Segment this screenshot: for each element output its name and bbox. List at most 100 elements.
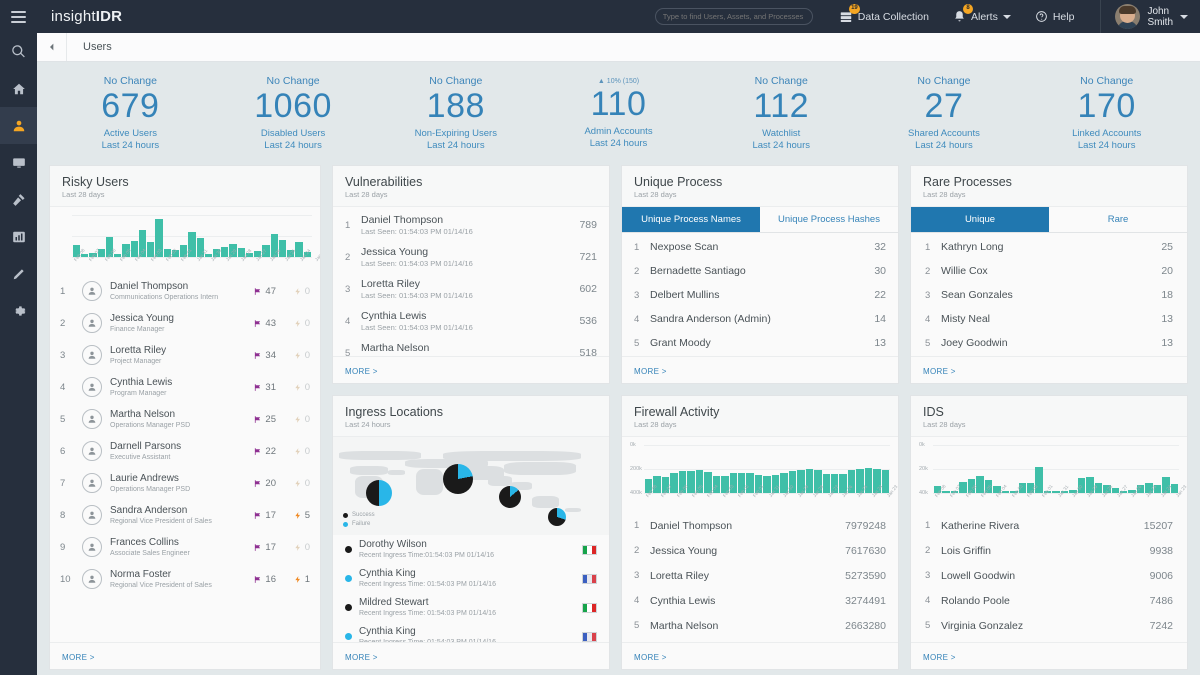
list-item[interactable]: 9 Frances Collins Associate Sales Engine… bbox=[50, 531, 320, 563]
app-logo[interactable]: insightIDR bbox=[37, 8, 122, 25]
table-row[interactable]: 4 Misty Neal 13 bbox=[911, 307, 1187, 331]
list-item[interactable]: 7 Laurie Andrews Operations Manager PSD … bbox=[50, 467, 320, 499]
table-row[interactable]: 1 Nexpose Scan 32 bbox=[622, 235, 898, 259]
rank: 10 bbox=[60, 574, 74, 585]
user-menu[interactable]: John Smith bbox=[1100, 0, 1200, 33]
data-collection-button[interactable]: 19 Data Collection bbox=[839, 10, 929, 24]
sidebar-item-reports[interactable] bbox=[0, 218, 37, 255]
unique-process-tab-1[interactable]: Unique Process Hashes bbox=[760, 207, 898, 232]
sidebar-item-search[interactable] bbox=[0, 33, 37, 70]
card-subtitle: Last 28 days bbox=[923, 190, 1175, 199]
table-row[interactable]: 1 Daniel Thompson 7979248 bbox=[622, 513, 898, 538]
more-link[interactable]: MORE > bbox=[923, 367, 956, 376]
rare-processes-tab-0[interactable]: Unique bbox=[911, 207, 1049, 232]
list-item[interactable]: 6 Darnell Parsons Executive Assistant 22… bbox=[50, 435, 320, 467]
card-footer: MORE > bbox=[333, 356, 609, 383]
list-item[interactable]: 8 Sandra Anderson Regional Vice Presiden… bbox=[50, 499, 320, 531]
table-row[interactable]: 4 Cynthia Lewis Last Seen: 01:54:03 PM 0… bbox=[333, 305, 609, 337]
table-row[interactable]: 2 Bernadette Santiago 30 bbox=[622, 259, 898, 283]
sidebar-item-home[interactable] bbox=[0, 70, 37, 107]
card-body: 1 Daniel Thompson Last Seen: 01:54:03 PM… bbox=[333, 207, 609, 356]
stat-delta: No Change bbox=[212, 75, 375, 87]
row-value: 13 bbox=[874, 337, 886, 349]
table-row[interactable]: 3 Delbert Mullins 22 bbox=[622, 283, 898, 307]
person-icon bbox=[87, 350, 97, 360]
sidebar-item-assets[interactable] bbox=[0, 144, 37, 181]
stat-card-0[interactable]: No Change 679 Active UsersLast 24 hours bbox=[49, 75, 212, 152]
help-button[interactable]: Help bbox=[1035, 10, 1075, 23]
table-row[interactable]: 4 Rolando Poole 7486 bbox=[911, 588, 1187, 613]
table-row[interactable]: 2 Willie Cox 20 bbox=[911, 259, 1187, 283]
stat-card-2[interactable]: No Change 188 Non-Expiring UsersLast 24 … bbox=[374, 75, 537, 152]
table-row[interactable]: 3 Sean Gonzales 18 bbox=[911, 283, 1187, 307]
stat-card-3[interactable]: ▲ 10% (150) 110 Admin AccountsLast 24 ho… bbox=[537, 78, 700, 150]
list-item[interactable]: 2 Jessica Young Finance Manager 43 0 bbox=[50, 307, 320, 339]
table-row[interactable]: 3 Loretta Riley 5273590 bbox=[622, 563, 898, 588]
map-marker-0[interactable] bbox=[366, 480, 392, 506]
gear-icon bbox=[12, 304, 26, 318]
list-item[interactable]: Cynthia King Recent Ingress Time: 01:54:… bbox=[333, 564, 609, 593]
sidebar-item-queries[interactable] bbox=[0, 255, 37, 292]
user-role: Regional Vice President of Sales bbox=[110, 517, 234, 526]
stat-card-5[interactable]: No Change 27 Shared AccountsLast 24 hour… bbox=[863, 75, 1026, 152]
list-item[interactable]: Mildred Stewart Recent Ingress Time: 01:… bbox=[333, 593, 609, 622]
stat-card-4[interactable]: No Change 112 WatchlistLast 24 hours bbox=[700, 75, 863, 152]
row-value: 7617630 bbox=[845, 545, 886, 557]
list-item[interactable]: 3 Loretta Riley Project Manager 34 0 bbox=[50, 339, 320, 371]
map-marker-1[interactable] bbox=[443, 464, 473, 494]
row-value: 13 bbox=[1161, 337, 1173, 349]
stat-card-1[interactable]: No Change 1060 Disabled UsersLast 24 hou… bbox=[212, 75, 375, 152]
list-item[interactable]: 1 Daniel Thompson Communications Operati… bbox=[50, 275, 320, 307]
more-link[interactable]: MORE > bbox=[345, 367, 378, 376]
table-row[interactable]: 5 Martha Nelson Last Seen: 01:54:03 PM 0… bbox=[333, 337, 609, 356]
table-row[interactable]: 1 Daniel Thompson Last Seen: 01:54:03 PM… bbox=[333, 209, 609, 241]
sidebar-item-settings[interactable] bbox=[0, 292, 37, 329]
table-row[interactable]: 5 Joey Goodwin 13 bbox=[911, 331, 1187, 355]
table-row[interactable]: 2 Lois Griffin 9938 bbox=[911, 538, 1187, 563]
collapse-nav-button[interactable] bbox=[37, 33, 67, 61]
sidebar-item-investigations[interactable] bbox=[0, 181, 37, 218]
row-name: Loretta Riley bbox=[650, 570, 845, 582]
list-item[interactable]: 10 Norma Foster Regional Vice President … bbox=[50, 563, 320, 595]
map-marker-3[interactable] bbox=[548, 508, 566, 526]
list-item[interactable]: 4 Cynthia Lewis Program Manager 31 0 bbox=[50, 371, 320, 403]
menu-toggle-button[interactable] bbox=[0, 0, 37, 33]
table-row[interactable]: 1 Kathryn Long 25 bbox=[911, 235, 1187, 259]
avatar bbox=[82, 345, 102, 365]
more-link[interactable]: MORE > bbox=[634, 653, 667, 662]
firewall-activity-chart: 400k 200k 0k Feb 08Feb 07Feb 06Feb 05Feb… bbox=[622, 437, 898, 511]
table-row[interactable]: 2 Jessica Young Last Seen: 01:54:03 PM 0… bbox=[333, 241, 609, 273]
more-link[interactable]: MORE > bbox=[345, 653, 378, 662]
more-link[interactable]: MORE > bbox=[62, 653, 95, 662]
table-row[interactable]: 2 Jessica Young 7617630 bbox=[622, 538, 898, 563]
cards-grid: Risky Users Last 28 days Feb 08Feb 07Feb… bbox=[49, 165, 1188, 670]
row-value: 32 bbox=[874, 241, 886, 253]
sidebar-item-users[interactable] bbox=[0, 107, 37, 144]
table-row[interactable]: 4 Sandra Anderson (Admin) 14 bbox=[622, 307, 898, 331]
table-row[interactable]: 3 Loretta Riley Last Seen: 01:54:03 PM 0… bbox=[333, 273, 609, 305]
global-search[interactable] bbox=[655, 8, 813, 25]
row-name: Katherine Rivera bbox=[941, 520, 1144, 532]
row-value: 789 bbox=[579, 219, 597, 231]
table-row[interactable]: 3 Lowell Goodwin 9006 bbox=[911, 563, 1187, 588]
list-item[interactable]: 5 Martha Nelson Operations Manager PSD 2… bbox=[50, 403, 320, 435]
list-item[interactable]: Dorothy Wilson Recent Ingress Time:01:54… bbox=[333, 535, 609, 564]
table-row[interactable]: 5 Martha Nelson 2663280 bbox=[622, 613, 898, 638]
table-row[interactable]: 4 Cynthia Lewis 3274491 bbox=[622, 588, 898, 613]
table-row[interactable]: 5 Virginia Gonzalez 7242 bbox=[911, 613, 1187, 638]
search-input[interactable] bbox=[663, 12, 805, 21]
row-subtitle: Last Seen: 01:54:03 PM 01/14/16 bbox=[361, 323, 579, 332]
user-name: Cynthia King bbox=[359, 626, 575, 638]
more-link[interactable]: MORE > bbox=[634, 367, 667, 376]
table-row[interactable]: 5 Grant Moody 13 bbox=[622, 331, 898, 355]
more-link[interactable]: MORE > bbox=[923, 653, 956, 662]
stat-card-6[interactable]: No Change 170 Linked AccountsLast 24 hou… bbox=[1025, 75, 1188, 152]
alerts-button[interactable]: 8 Alerts bbox=[953, 10, 1011, 23]
world-map[interactable]: Success Failure bbox=[333, 437, 609, 535]
table-row[interactable]: 1 Katherine Rivera 15207 bbox=[911, 513, 1187, 538]
row-value: 30 bbox=[874, 265, 886, 277]
rare-processes-tab-1[interactable]: Rare bbox=[1049, 207, 1187, 232]
map-marker-2[interactable] bbox=[499, 486, 521, 508]
list-item[interactable]: Cynthia King Recent Ingress Time: 01:54:… bbox=[333, 622, 609, 642]
unique-process-tab-0[interactable]: Unique Process Names bbox=[622, 207, 760, 232]
